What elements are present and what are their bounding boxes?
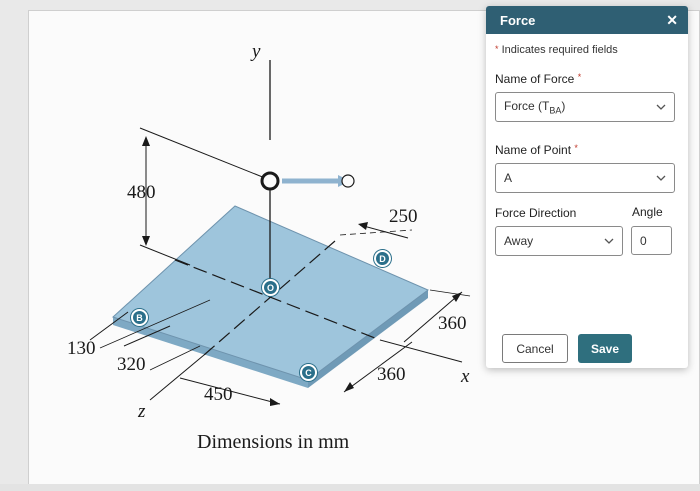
z-axis-label: z — [138, 401, 146, 422]
chevron-down-icon — [656, 104, 666, 110]
point-b-badge[interactable]: B — [131, 309, 148, 326]
dim-250-arrow — [358, 222, 368, 230]
name-of-force-value: Force (TBA) — [504, 99, 565, 115]
point-a-marker[interactable] — [260, 171, 280, 191]
name-of-force-select[interactable]: Force (TBA) — [495, 92, 675, 122]
dim-250-ext — [339, 229, 413, 236]
required-note: * Indicates required fields — [495, 44, 618, 56]
required-star: * — [495, 44, 499, 54]
required-star: * — [577, 72, 582, 82]
save-button[interactable]: Save — [578, 334, 632, 363]
dialog-header: Force ✕ — [486, 6, 688, 34]
name-of-point-label-text: Name of Point — [495, 143, 572, 157]
cancel-button[interactable]: Cancel — [502, 334, 568, 363]
dim-130-label: 130 — [67, 338, 96, 359]
force-value-end: ) — [561, 98, 566, 113]
point-c-badge[interactable]: C — [300, 364, 317, 381]
dialog-title: Force — [500, 12, 536, 28]
dim-450-label: 450 — [204, 384, 233, 405]
dim-320-label: 320 — [117, 354, 146, 375]
dim-480-arrow-top — [142, 136, 150, 146]
dim-360-right-label: 360 — [438, 313, 467, 334]
force-value-main: Force (T — [504, 98, 550, 113]
force-direction-select[interactable]: Away — [495, 226, 623, 256]
name-of-point-value: A — [504, 171, 513, 185]
dim-360-bottom-label: 360 — [377, 364, 406, 385]
force-value-sub: BA — [549, 105, 562, 116]
chevron-down-icon — [604, 238, 614, 244]
force-direction-value: Away — [504, 234, 534, 248]
angle-input[interactable]: 0 — [631, 226, 672, 255]
z-axis-line — [149, 354, 205, 401]
x-axis-label: x — [461, 366, 470, 387]
name-of-point-select[interactable]: A — [495, 163, 675, 193]
ext-line-top — [139, 127, 271, 181]
dim-450-arrow — [270, 398, 280, 406]
chevron-down-icon — [656, 175, 666, 181]
target-point-ring — [341, 174, 355, 188]
name-of-force-label-text: Name of Force — [495, 72, 575, 86]
close-icon[interactable]: ✕ — [666, 12, 678, 29]
dim-480-label: 480 — [127, 182, 156, 203]
dim-450-ext — [149, 345, 201, 371]
dim-250-label: 250 — [389, 206, 418, 227]
force-dialog: Force ✕ * Indicates required fields Name… — [486, 6, 688, 368]
dim-360-right-ext — [429, 289, 471, 297]
figure-caption: Dimensions in mm — [197, 431, 350, 453]
dim-360-bottom-arrow — [344, 382, 354, 392]
y-axis-label: y — [252, 41, 261, 62]
point-o-badge[interactable]: O — [262, 279, 279, 296]
point-d-badge[interactable]: D — [374, 250, 391, 267]
required-star: * — [574, 143, 578, 153]
force-direction-label: Force Direction — [495, 206, 577, 220]
x-axis-line — [379, 339, 463, 363]
name-of-force-label: Name of Force * — [495, 72, 581, 86]
angle-label: Angle — [632, 205, 663, 219]
name-of-point-label: Name of Point * — [495, 143, 578, 157]
dim-480-arrow-bottom — [142, 236, 150, 246]
required-note-text: Indicates required fields — [501, 44, 618, 56]
